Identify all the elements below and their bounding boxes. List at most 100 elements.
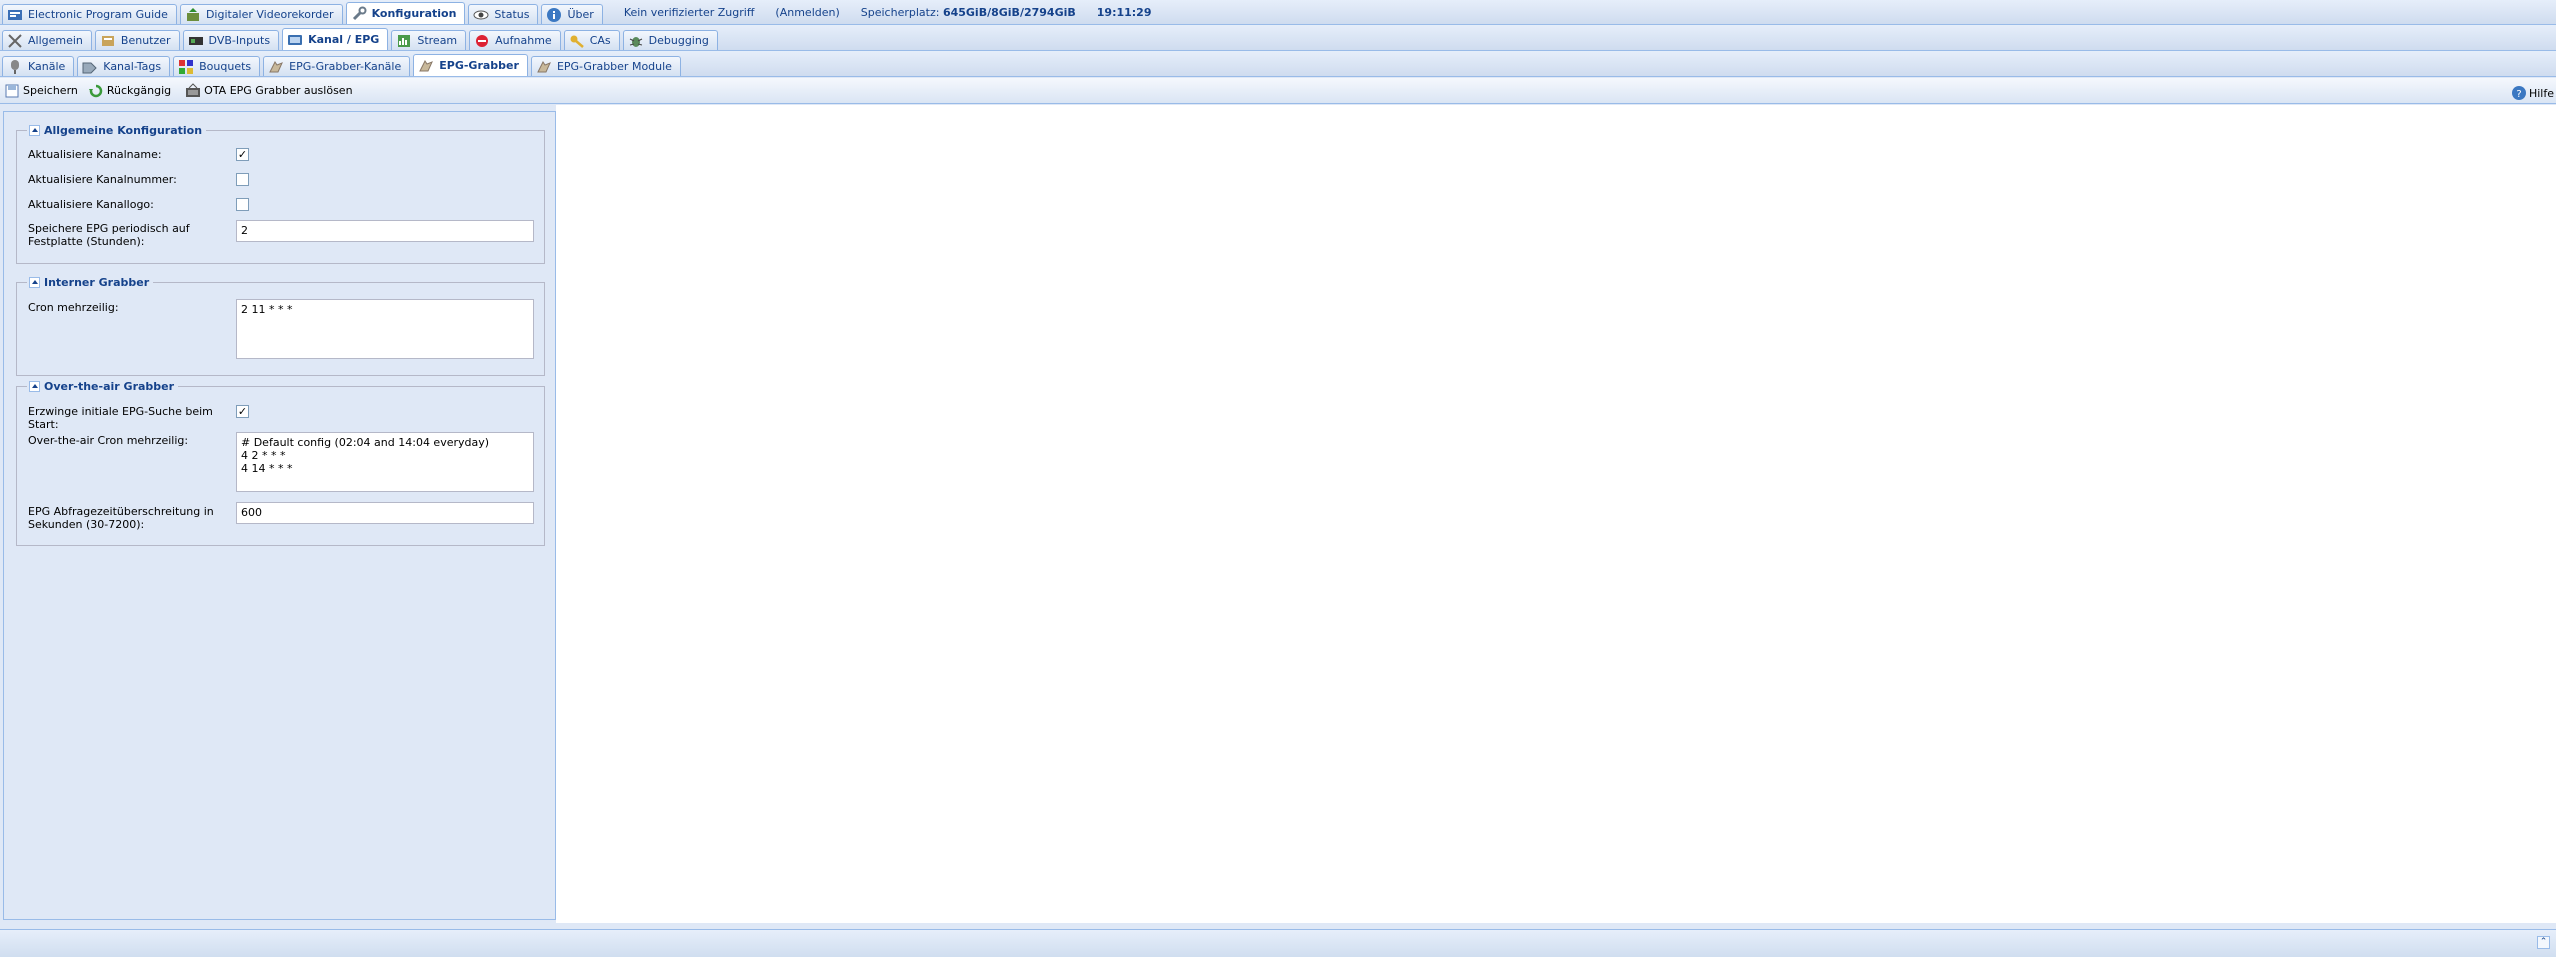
tab-epg-grabber-modules-label: EPG-Grabber Module [556,60,672,73]
svg-text:?: ? [2516,89,2521,100]
tab-stream[interactable]: Stream [391,30,467,50]
grabber-icon [536,59,552,75]
help-icon: ? [2511,85,2527,101]
tab-users-label: Benutzer [120,34,171,47]
storage-value: 645GiB/8GiB/2794GiB [942,5,1076,19]
tab-cas-label: CAs [589,34,611,47]
epg-grabber-form: Allgemeine Konfiguration Aktualisiere Ka… [3,111,556,920]
tab-epg-grabber-channels-label: EPG-Grabber-Kanäle [289,60,402,73]
update-number-label: Aktualisiere Kanalnummer: [28,173,177,186]
double-chevron-up-icon: ⌃ [2539,937,2548,947]
tab-dvr-label: Digitaler Videorekorder [205,8,334,21]
timeout-input[interactable]: 600 [236,502,534,524]
bottom-statusbar: ⌃ [0,929,2556,957]
collapse-icon[interactable] [29,277,40,288]
epg-icon [7,7,23,23]
tab-general[interactable]: Allgemein [2,30,92,50]
update-number-checkbox[interactable] [236,173,249,186]
tab-dvb-inputs-label: DVB-Inputs [208,34,271,47]
info-icon [546,7,562,23]
update-logo-label: Aktualisiere Kanallogo: [28,198,154,211]
tools-icon [7,33,23,49]
record-icon [474,33,490,49]
general-config-title: Allgemeine Konfiguration [44,124,203,137]
tv-icon [287,32,303,48]
undo-button[interactable]: Rückgängig [88,83,171,99]
tab-debugging-label: Debugging [648,34,709,47]
login-link[interactable]: (Anmelden) [775,6,839,19]
save-epg-label: Speichere EPG periodisch auf Festplatte … [28,222,190,248]
tab-bouquets-label: Bouquets [199,60,252,73]
tab-stream-label: Stream [417,34,458,47]
tab-channel-epg[interactable]: Kanal / EPG [282,28,389,50]
trigger-ota-button[interactable]: OTA EPG Grabber auslösen [185,82,353,99]
internal-grabber-fieldset: Interner Grabber Cron mehrzeilig: 2 11 *… [16,276,545,376]
save-epg-input[interactable]: 2 [236,220,534,242]
antenna-icon [185,82,201,99]
tab-epg-grabber[interactable]: EPG-Grabber [413,54,528,76]
ota-cron-textarea[interactable]: # Default config (02:04 and 14:04 everyd… [236,432,534,492]
stream-icon [396,33,412,49]
tab-general-label: Allgemein [28,34,83,47]
general-config-legend[interactable]: Allgemeine Konfiguration [27,124,207,137]
tab-dvb-inputs[interactable]: DVB-Inputs [182,30,280,50]
recorder-icon [185,7,201,23]
ota-grabber-title: Over-the-air Grabber [44,380,175,393]
epg-subtabbar: Kanäle Kanal-Tags Bouquets EPG-Grabber-K… [0,51,2556,77]
dvb-icon [188,33,204,49]
ota-cron-label: Over-the-air Cron mehrzeilig: [28,434,189,447]
tab-cas[interactable]: CAs [563,30,620,50]
update-name-checkbox[interactable]: ✓ [236,148,249,161]
collapse-icon[interactable] [29,381,40,392]
tab-channel-tags-label: Kanal-Tags [103,60,162,73]
content-area [556,105,2556,923]
tab-channel-tags[interactable]: Kanal-Tags [77,56,171,76]
wrench-icon [351,6,367,22]
tab-recording-label: Aufnahme [495,34,552,47]
tab-users[interactable]: Benutzer [94,30,180,50]
general-config-fieldset: Allgemeine Konfiguration Aktualisiere Ka… [16,124,545,264]
tab-epg[interactable]: Electronic Program Guide [2,4,177,24]
cron-textarea[interactable]: 2 11 * * * [236,299,534,359]
help-label: Hilfe [2528,86,2554,100]
tab-status[interactable]: Status [468,4,539,24]
main-tabbar: Electronic Program Guide Digitaler Video… [0,0,2556,25]
tab-channels[interactable]: Kanäle [2,56,75,76]
grabber-icon [268,59,284,75]
tab-bouquets[interactable]: Bouquets [173,56,261,76]
storage-info: Speicherplatz: 645GiB/8GiB/2794GiB [861,6,1076,19]
bouquet-icon [178,59,194,75]
internal-grabber-legend[interactable]: Interner Grabber [27,276,154,289]
force-initial-checkbox[interactable]: ✓ [236,405,249,418]
users-icon [100,33,116,49]
expand-panel-button[interactable]: ⌃ [2537,936,2550,949]
tab-epg-grabber-modules[interactable]: EPG-Grabber Module [530,56,681,76]
tab-configuration[interactable]: Konfiguration [345,2,466,24]
ota-grabber-fieldset: Over-the-air Grabber Erzwinge initiale E… [16,380,545,546]
tab-epg-grabber-channels[interactable]: EPG-Grabber-Kanäle [263,56,411,76]
tab-about-label: Über [567,8,594,21]
tab-dvr[interactable]: Digitaler Videorekorder [179,4,343,24]
ota-grabber-legend[interactable]: Over-the-air Grabber [27,380,179,393]
timeout-label: EPG Abfragezeitüberschreitung in Sekunde… [28,505,214,531]
key-icon [569,33,585,49]
update-logo-checkbox[interactable] [236,198,249,211]
channel-icon [7,59,23,75]
save-button[interactable]: Speichern [4,83,78,99]
undo-icon [88,83,104,99]
config-tabbar: Allgemein Benutzer DVB-Inputs Kanal / EP… [0,25,2556,51]
force-initial-label: Erzwinge initiale EPG-Suche beim Start: [28,405,213,431]
tab-about[interactable]: Über [541,4,603,24]
tab-debugging[interactable]: Debugging [622,30,718,50]
tab-configuration-label: Konfiguration [371,7,457,20]
update-name-label: Aktualisiere Kanalname: [28,148,162,161]
storage-label: Speicherplatz: [860,5,940,19]
tab-status-label: Status [494,8,530,21]
tab-epg-label: Electronic Program Guide [28,8,168,21]
save-icon [4,83,20,99]
help-button[interactable]: ? Hilfe [2511,85,2554,101]
eye-icon [473,7,489,23]
tab-recording[interactable]: Aufnahme [469,30,561,50]
collapse-icon[interactable] [29,125,40,136]
tab-channels-label: Kanäle [28,60,66,73]
